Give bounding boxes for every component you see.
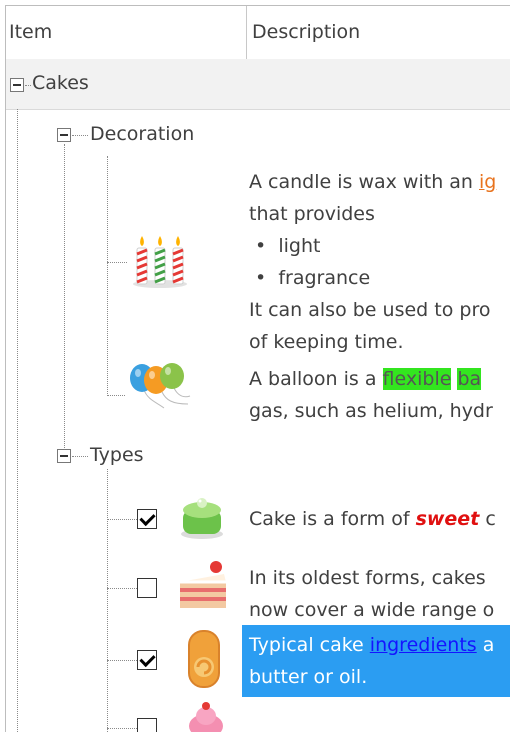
tree-connector (72, 456, 88, 457)
tree-connector (107, 588, 137, 589)
tree-grid: Item Description Cakes Decoration A cand… (5, 5, 510, 732)
ingredients-description: Typical cake ingredients a butter or oil… (249, 629, 494, 693)
collapse-icon[interactable] (10, 78, 24, 92)
cake-slice-icon (180, 561, 226, 608)
checkbox-checked[interactable] (137, 509, 157, 529)
node-label-cakes: Cakes (32, 72, 89, 94)
checkbox-unchecked[interactable] (137, 718, 157, 732)
node-label-types[interactable]: Types (90, 444, 144, 466)
desc-text: A balloon is a (249, 368, 383, 390)
collapse-icon[interactable] (57, 128, 71, 142)
tree-connector (64, 144, 65, 456)
tree-connector (72, 135, 88, 136)
cake-description: Cake is a form of sweet c (249, 503, 496, 535)
desc-text: butter or oil. (249, 666, 368, 688)
header-item[interactable]: Item (9, 6, 52, 59)
oldest-forms-description: In its oldest forms, cakes now cover a w… (249, 562, 494, 626)
desc-text: now cover a wide range o (249, 599, 495, 621)
candles-icon (133, 236, 187, 288)
emphasis-text: sweet (415, 508, 480, 530)
tree-connector (107, 395, 125, 396)
candle-description: A candle is wax with an ig that provides… (249, 166, 496, 358)
tree-connector (107, 262, 127, 263)
desc-text: In its oldest forms, cakes (249, 567, 486, 589)
highlight-text: flexible (382, 368, 452, 390)
bullet-text: light (278, 235, 321, 257)
ingredients-link[interactable]: ingredients (370, 634, 477, 656)
checkbox-unchecked[interactable] (137, 578, 157, 598)
bullet-text: fragrance (278, 267, 371, 289)
green-cake-icon (181, 498, 223, 539)
desc-text: of keeping time. (249, 331, 404, 353)
selected-row[interactable]: Typical cake ingredients a butter or oil… (242, 625, 510, 697)
inline-link[interactable]: ig (479, 171, 496, 193)
desc-text: a (476, 634, 495, 656)
column-header: Item Description (6, 6, 510, 60)
balloons-icon (130, 363, 191, 409)
desc-text: A candle is wax with an (249, 171, 479, 193)
desc-text: gas, such as helium, hydr (249, 400, 493, 422)
highlight-text: ba (457, 368, 482, 390)
tree-connector (17, 109, 18, 732)
header-description[interactable]: Description (252, 6, 360, 59)
desc-text: It can also be used to pro (249, 299, 491, 321)
node-label-decoration[interactable]: Decoration (90, 123, 194, 145)
desc-text: that provides (249, 203, 375, 225)
tree-connector (107, 469, 108, 732)
tree-connector (107, 660, 137, 661)
desc-text: Cake is a form of (249, 508, 416, 530)
tree-connector (107, 519, 137, 520)
collapse-icon[interactable] (57, 449, 71, 463)
desc-text: c (479, 508, 496, 530)
balloon-description: A balloon is a flexible ba gas, such as … (249, 363, 493, 427)
bullet-item: • light (249, 235, 321, 257)
bullet-item: • fragrance (249, 267, 371, 289)
checkbox-checked[interactable] (137, 650, 157, 670)
tree-connector (107, 156, 108, 396)
tree-connector (25, 85, 31, 86)
desc-text: Typical cake (249, 634, 370, 656)
tree-connector (107, 728, 137, 729)
group-row-cakes[interactable]: Cakes (6, 59, 510, 110)
swiss-roll-icon (188, 630, 220, 688)
cupcake-icon (189, 702, 223, 732)
header-separator[interactable] (246, 6, 247, 59)
